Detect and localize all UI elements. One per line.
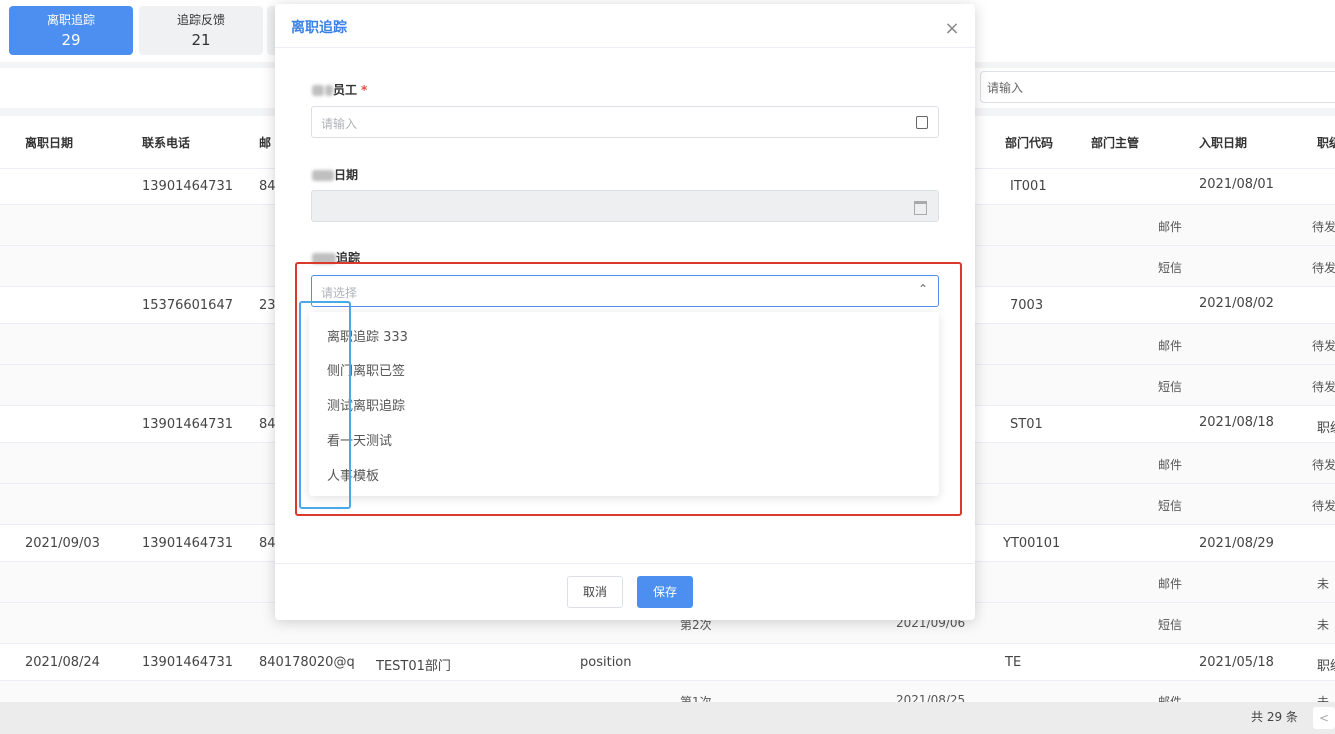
position-cell: position [580,655,632,670]
notify-type: 短信 [1158,499,1183,513]
dept-code-cell: ST01 [1010,417,1043,432]
tab-label: 离职追踪 [46,13,95,27]
employee-placeholder: 请输入 [321,117,358,131]
highlight-box-red [295,262,962,516]
divider [275,563,975,564]
phone-cell: 13901464731 [142,655,233,670]
notify-status: 待发 [1312,458,1335,472]
close-icon[interactable]: × [941,18,963,40]
column-header: 部门主管 [1091,136,1140,150]
prev-page-button[interactable]: < [1313,707,1335,729]
tab-tracking-feedback[interactable]: 追踪反馈 21 [139,6,263,55]
tab-label: 追踪反馈 [176,13,225,27]
tab-count: 21 [191,31,211,49]
employee-input[interactable]: 请输入 [311,106,939,138]
employee-label-text: 员工 [333,83,358,97]
rank-cell: 职级 [1317,421,1335,436]
resign-date-cell: 2021/09/03 [25,536,100,551]
notify-type: 短信 [1158,380,1183,394]
notify-status: 待发 [1312,499,1335,513]
dept-code-cell: YT00101 [1003,536,1061,551]
dialog-title: 离职追踪 [291,20,347,36]
column-header: 离职日期 [25,136,74,150]
email-cell: 84 [259,417,276,432]
notify-type: 邮件 [1158,577,1183,591]
notify-status: 待发 [1312,380,1335,394]
hire-date-cell: 2021/08/01 [1199,177,1274,192]
email-cell: 23 [259,298,276,313]
redacted-mark [312,85,324,96]
table-row[interactable]: 2021/08/24 13901464731 840178020@q TEST0… [0,645,1335,681]
phone-cell: 13901464731 [142,417,233,432]
hire-date-cell: 2021/08/02 [1199,296,1274,311]
email-cell: 84 [259,536,276,551]
notify-status: 未 [1317,577,1330,591]
notify-type: 短信 [1158,618,1183,632]
column-header: 部门代码 [1005,136,1054,150]
hire-date-cell: 2021/05/18 [1199,655,1274,670]
notify-type: 邮件 [1158,339,1183,353]
resign-date-cell: 2021/08/24 [25,655,100,670]
redacted-mark [325,85,333,96]
notify-status: 待发 [1312,261,1335,275]
phone-cell: 13901464731 [142,179,233,194]
hire-date-cell: 2021/08/29 [1199,536,1274,551]
notify-type: 邮件 [1158,220,1183,234]
employee-label: 员工 * [312,81,367,98]
cancel-button[interactable]: 取消 [567,576,623,608]
dept-code-cell: 7003 [1010,298,1044,313]
date-picker[interactable] [311,190,939,222]
notify-status: 待发 [1312,339,1335,353]
dept-code-cell: IT001 [1010,179,1047,194]
notify-status: 待发 [1312,220,1335,234]
column-header: 联系电话 [142,136,191,150]
date-label-text: 日期 [334,168,359,182]
phone-cell: 13901464731 [142,536,233,551]
date-label: 日期 [312,166,358,183]
copy-icon[interactable] [916,116,928,129]
email-cell: 840178020@q [259,655,355,670]
redacted-mark [312,170,334,181]
search-input[interactable]: 请输入 [980,71,1335,103]
email-cell: 84 [259,179,276,194]
notify-type: 邮件 [1158,458,1183,472]
save-button[interactable]: 保存 [637,576,693,608]
column-header: 邮 [259,136,272,150]
notify-status: 未 [1317,618,1330,632]
pagination-bar [0,702,1335,734]
tab-resignation-tracking[interactable]: 离职追踪 29 [9,6,133,55]
rank-cell: 职级 [1317,659,1335,674]
column-header: 入职日期 [1199,136,1248,150]
calendar-icon [914,201,927,215]
notify-type: 短信 [1158,261,1183,275]
total-count: 共 29 条 [1251,710,1298,724]
highlight-box-blue [299,301,351,509]
required-mark: * [361,83,368,97]
phone-cell: 15376601647 [142,298,233,313]
tab-count: 29 [61,31,81,49]
divider [275,47,975,48]
dept-code-cell: TE [1005,655,1022,670]
sub-row: 第1次 2021/08/25 邮件 未 [0,681,1335,703]
dept-name-cell: TEST01部门 [376,659,451,674]
column-header: 职级 [1317,136,1335,150]
hire-date-cell: 2021/08/18 [1199,415,1274,430]
